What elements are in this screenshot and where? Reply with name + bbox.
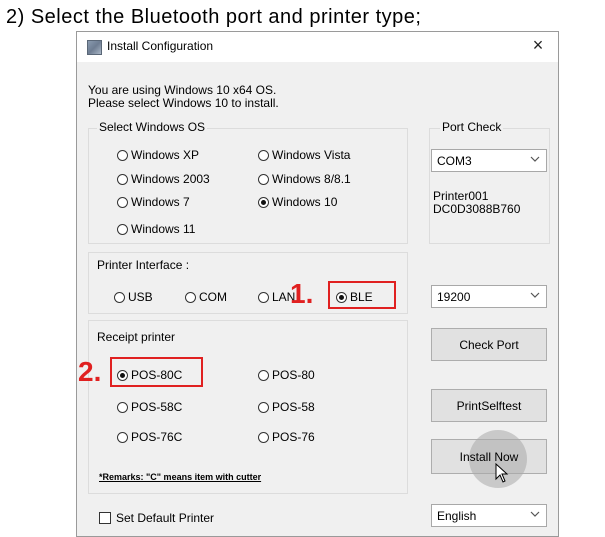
title-bar: Install Configuration × bbox=[77, 32, 558, 62]
radio-dot bbox=[185, 291, 196, 303]
language-select[interactable]: English bbox=[431, 504, 547, 527]
default-printer-checkbox[interactable] bbox=[99, 512, 111, 524]
app-icon bbox=[87, 40, 102, 55]
os-install-hint: Please select Windows 10 to install. bbox=[88, 96, 279, 110]
close-icon[interactable]: × bbox=[528, 35, 548, 56]
radio-com[interactable]: COM bbox=[185, 290, 227, 304]
radio-dot bbox=[258, 401, 269, 413]
port-select[interactable]: COM3 bbox=[431, 149, 547, 172]
cursor-icon bbox=[495, 463, 509, 483]
radio-dot bbox=[258, 149, 269, 161]
radio-windows-xp[interactable]: Windows XP bbox=[117, 148, 199, 162]
radio-pos-80[interactable]: POS-80 bbox=[258, 368, 315, 382]
radio-pos-76[interactable]: POS-76 bbox=[258, 430, 315, 444]
radio-windows-7[interactable]: Windows 7 bbox=[117, 195, 190, 209]
install-configuration-window: Install Configuration × You are using Wi… bbox=[76, 31, 559, 537]
radio-usb[interactable]: USB bbox=[114, 290, 153, 304]
radio-dot bbox=[117, 223, 128, 235]
radio-dot-selected bbox=[258, 196, 269, 208]
default-printer-label: Set Default Printer bbox=[116, 511, 215, 525]
radio-windows-10[interactable]: Windows 10 bbox=[258, 195, 337, 209]
step-2-marker: 2. bbox=[78, 356, 102, 387]
ble-highlight-box bbox=[328, 281, 396, 309]
printer-name-readout: Printer001 bbox=[433, 189, 489, 203]
radio-pos-76c[interactable]: POS-76C bbox=[117, 430, 182, 444]
step-1-marker: 1. bbox=[290, 278, 314, 309]
radio-dot bbox=[117, 431, 128, 443]
chevron-down-icon bbox=[530, 511, 540, 517]
radio-dot bbox=[258, 291, 269, 303]
radio-dot bbox=[117, 173, 128, 185]
radio-dot bbox=[117, 196, 128, 208]
printer-interface-label: Printer Interface : bbox=[97, 258, 190, 272]
instruction-caption: 2) Select the Bluetooth port and printer… bbox=[6, 6, 422, 28]
radio-windows-11[interactable]: Windows 11 bbox=[117, 222, 195, 236]
port-check-label: Port Check bbox=[440, 120, 504, 134]
radio-windows-vista[interactable]: Windows Vista bbox=[258, 148, 350, 162]
radio-dot bbox=[258, 431, 269, 443]
windows-os-group-label: Select Windows OS bbox=[97, 120, 208, 134]
print-selftest-button[interactable]: PrintSelftest bbox=[431, 389, 547, 422]
chevron-down-icon bbox=[530, 292, 540, 298]
radio-dot bbox=[258, 173, 269, 185]
radio-windows-8[interactable]: Windows 8/8.1 bbox=[258, 172, 351, 186]
radio-pos-58[interactable]: POS-58 bbox=[258, 400, 315, 414]
os-info-line: You are using Windows 10 x64 OS. bbox=[88, 83, 277, 97]
receipt-printer-label: Receipt printer bbox=[97, 330, 176, 344]
check-port-button[interactable]: Check Port bbox=[431, 328, 547, 361]
radio-dot bbox=[117, 401, 128, 413]
radio-dot bbox=[114, 291, 125, 303]
pos80c-highlight-box bbox=[110, 357, 203, 387]
port-check-group bbox=[429, 128, 550, 244]
radio-windows-2003[interactable]: Windows 2003 bbox=[117, 172, 210, 186]
baud-rate-select[interactable]: 19200 bbox=[431, 285, 547, 308]
cutter-remark: *Remarks: "C" means item with cutter bbox=[99, 472, 262, 482]
radio-dot bbox=[117, 149, 128, 161]
radio-pos-58c[interactable]: POS-58C bbox=[117, 400, 182, 414]
window-title: Install Configuration bbox=[107, 39, 214, 53]
printer-address-readout: DC0D3088B760 bbox=[433, 202, 521, 216]
radio-dot bbox=[258, 369, 269, 381]
chevron-down-icon bbox=[530, 156, 540, 162]
